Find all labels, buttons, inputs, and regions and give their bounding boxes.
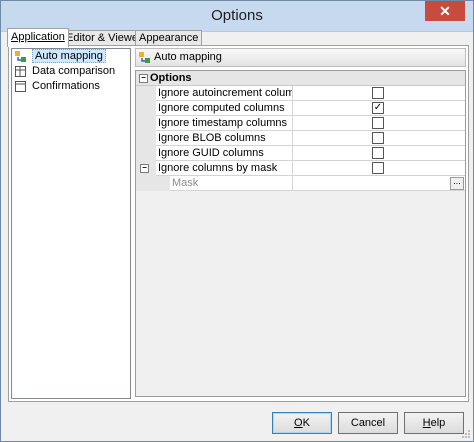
property-row[interactable]: Ignore computed columns ✓: [136, 101, 465, 116]
property-row[interactable]: Ignore GUID columns: [136, 146, 465, 161]
list-item-data-comparison[interactable]: Data comparison: [12, 64, 130, 79]
property-name: Ignore GUID columns: [158, 146, 293, 160]
property-name: Ignore computed columns: [158, 101, 293, 115]
row-gutter: [136, 176, 170, 191]
row-gutter: −: [136, 161, 156, 176]
options-dialog: Options ✕ Application Editor & Viewers A…: [0, 0, 474, 442]
auto-mapping-icon: [15, 51, 26, 62]
ignore-by-mask-checkbox[interactable]: [372, 162, 384, 174]
list-item-auto-mapping[interactable]: Auto mapping: [12, 49, 130, 64]
mask-browse-button[interactable]: ...: [450, 177, 464, 190]
tab-application[interactable]: Application: [7, 28, 69, 47]
property-value: [294, 131, 465, 145]
mask-value-field[interactable]: [294, 176, 465, 190]
property-name: Ignore BLOB columns: [158, 131, 293, 145]
list-item-label: Confirmations: [32, 80, 100, 92]
row-gutter: [136, 131, 156, 146]
property-value: [294, 116, 465, 130]
list-item-confirmations[interactable]: Confirmations: [12, 79, 130, 94]
property-name: Ignore timestamp columns: [158, 116, 293, 130]
collapse-icon[interactable]: −: [140, 164, 149, 173]
property-value: [294, 146, 465, 160]
property-value: ✓: [294, 101, 465, 115]
collapse-icon[interactable]: −: [139, 74, 148, 83]
pane-header: Auto mapping: [135, 48, 466, 67]
list-item-label: Auto mapping: [32, 49, 106, 63]
property-name: Mask: [172, 176, 293, 190]
tab-appearance[interactable]: Appearance: [135, 30, 203, 46]
row-gutter: [136, 86, 156, 101]
ignore-timestamp-checkbox[interactable]: [372, 117, 384, 129]
category-list[interactable]: Auto mapping Data comparison Confirmatio…: [11, 48, 131, 399]
resize-grip-icon[interactable]: [461, 429, 471, 439]
pane-header-label: Auto mapping: [154, 51, 222, 63]
ignore-autoincrement-checkbox[interactable]: [372, 87, 384, 99]
property-row[interactable]: Ignore timestamp columns: [136, 116, 465, 131]
ignore-blob-checkbox[interactable]: [372, 132, 384, 144]
cancel-button[interactable]: Cancel: [338, 412, 398, 434]
tab-panel-application: Auto mapping Data comparison Confirmatio…: [8, 45, 469, 402]
row-gutter: [136, 101, 156, 116]
row-gutter: [136, 146, 156, 161]
window-title: Options: [211, 7, 263, 24]
property-name: Ignore columns by mask: [158, 161, 293, 175]
property-value: [294, 161, 465, 175]
property-value: [294, 86, 465, 100]
ignore-computed-checkbox[interactable]: ✓: [372, 102, 384, 114]
category-row-options[interactable]: − Options: [136, 71, 465, 86]
confirmations-icon: [15, 81, 26, 92]
property-row[interactable]: Ignore autoincrement columns: [136, 86, 465, 101]
settings-pane: Auto mapping − Options Ignore autoincrem…: [135, 48, 466, 397]
list-item-label: Data comparison: [32, 65, 116, 77]
help-button[interactable]: Help: [404, 412, 464, 434]
property-row-mask[interactable]: Mask ...: [136, 176, 465, 191]
ignore-guid-checkbox[interactable]: [372, 147, 384, 159]
property-name: Ignore autoincrement columns: [158, 86, 293, 100]
category-label: Options: [150, 72, 192, 84]
close-button[interactable]: ✕: [425, 1, 465, 21]
property-row[interactable]: Ignore BLOB columns: [136, 131, 465, 146]
row-gutter: [136, 116, 156, 131]
property-grid[interactable]: − Options Ignore autoincrement columns I…: [135, 70, 466, 397]
button-bar: OK Cancel Help: [1, 405, 473, 441]
data-comparison-icon: [15, 66, 26, 77]
auto-mapping-icon: [139, 52, 150, 63]
title-bar[interactable]: Options ✕: [1, 1, 473, 32]
property-row[interactable]: − Ignore columns by mask: [136, 161, 465, 176]
ok-button[interactable]: OK: [272, 412, 332, 434]
